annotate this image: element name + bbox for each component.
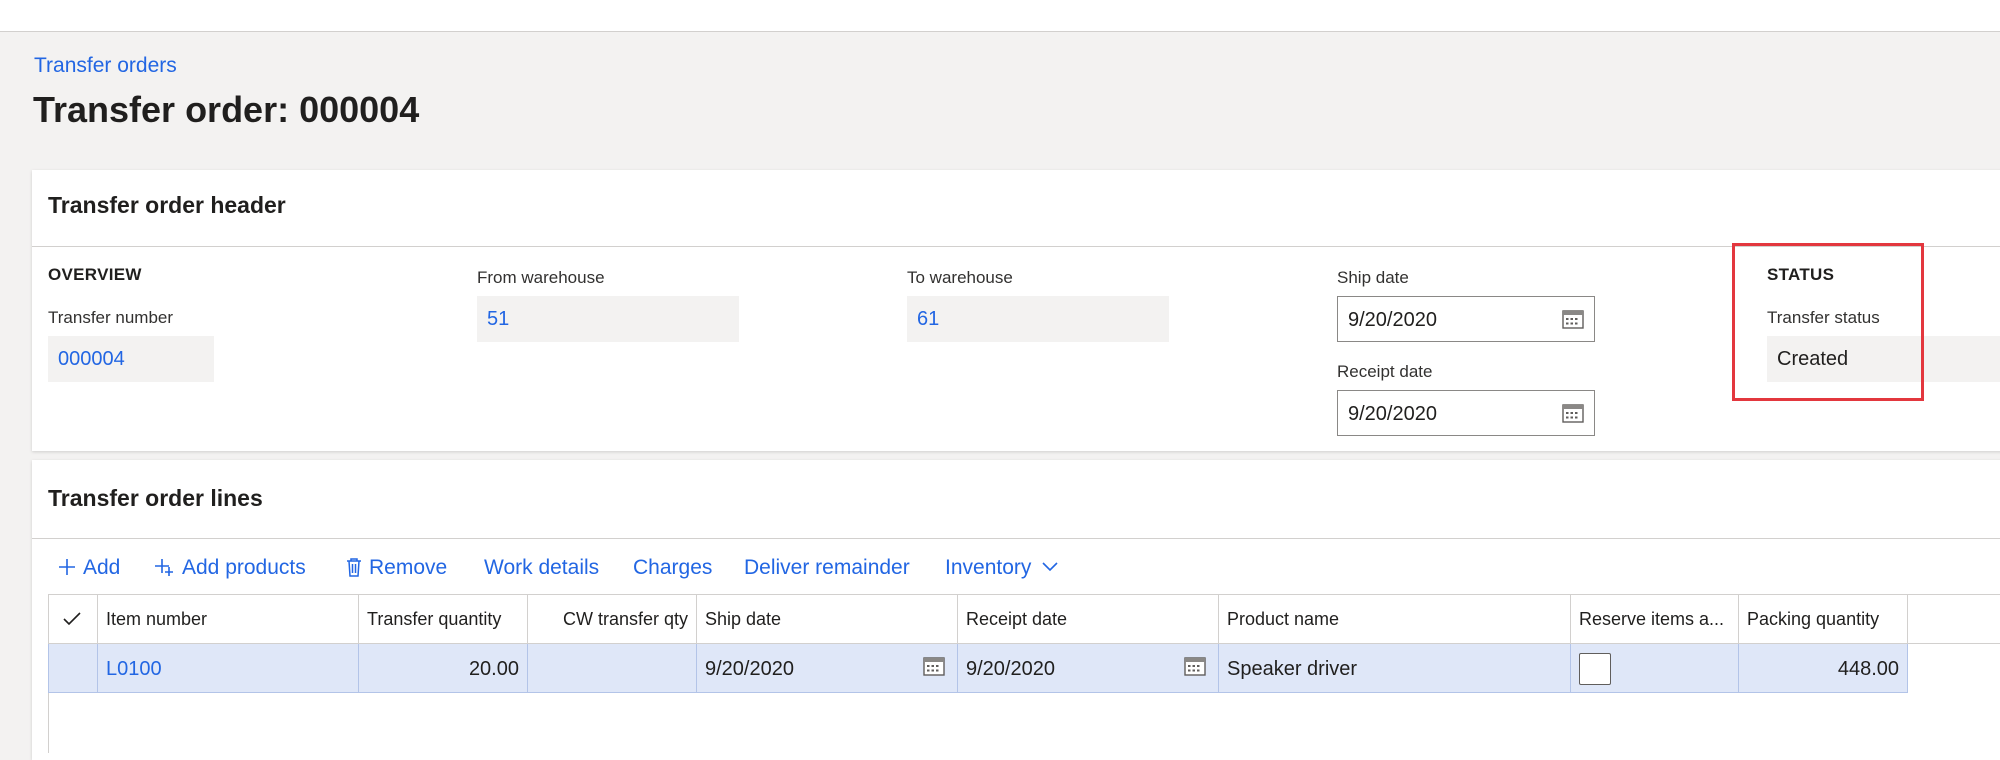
receipt-date-cell-value: 9/20/2020 xyxy=(966,658,1055,680)
from-warehouse-label: From warehouse xyxy=(477,268,605,287)
row-select-cell[interactable] xyxy=(48,644,98,692)
add-icon xyxy=(59,559,75,575)
add-products-label: Add products xyxy=(182,556,306,579)
cw-transfer-qty-cell[interactable] xyxy=(528,644,697,692)
receipt-date-label: Receipt date xyxy=(1337,362,1433,381)
calendar-icon[interactable] xyxy=(1184,657,1206,676)
reserve-items-checkbox[interactable] xyxy=(1579,653,1611,685)
select-all-column[interactable] xyxy=(48,595,98,643)
transfer-number-field[interactable]: 000004 xyxy=(48,336,214,382)
add-label: Add xyxy=(83,556,121,579)
column-header-packing-quantity[interactable]: Packing quantity xyxy=(1739,595,1908,643)
inventory-label: Inventory xyxy=(945,556,1032,579)
calendar-icon[interactable] xyxy=(1562,404,1584,423)
packing-quantity-cell[interactable]: 448.00 xyxy=(1739,644,1908,692)
column-header-product-name[interactable]: Product name xyxy=(1219,595,1571,643)
add-products-button[interactable]: Add products xyxy=(154,556,306,580)
deliver-remainder-button[interactable]: Deliver remainder xyxy=(744,556,910,580)
page-title: Transfer order: 000004 xyxy=(33,89,420,130)
product-name-cell[interactable]: Speaker driver xyxy=(1219,644,1571,692)
inventory-menu-button[interactable]: Inventory xyxy=(945,556,1065,580)
remove-icon xyxy=(347,558,361,577)
checkmark-icon xyxy=(63,612,81,626)
breadcrumb[interactable]: Transfer orders xyxy=(34,54,177,78)
receipt-date-input[interactable]: 9/20/2020 xyxy=(1337,390,1595,436)
top-bar xyxy=(0,0,2000,32)
column-header-cw-transfer-qty[interactable]: CW transfer qty xyxy=(528,595,697,643)
transfer-quantity-cell[interactable]: 20.00 xyxy=(359,644,528,692)
add-products-icon xyxy=(155,559,173,576)
lines-divider xyxy=(32,538,2000,539)
transfer-order-header-card: Transfer order header OVERVIEW Transfer … xyxy=(32,170,2000,451)
column-header-item-number[interactable]: Item number xyxy=(98,595,359,643)
chevron-down-icon xyxy=(1042,562,1058,572)
charges-button[interactable]: Charges xyxy=(633,556,712,580)
reserve-items-cell[interactable] xyxy=(1571,644,1739,692)
remove-label: Remove xyxy=(369,556,448,579)
ship-date-input[interactable]: 9/20/2020 xyxy=(1337,296,1595,342)
lines-section-title[interactable]: Transfer order lines xyxy=(48,485,263,512)
to-warehouse-label: To warehouse xyxy=(907,268,1013,287)
add-button[interactable]: Add xyxy=(57,556,120,580)
header-divider xyxy=(32,246,2000,247)
ship-date-cell-value: 9/20/2020 xyxy=(705,658,794,680)
work-details-button[interactable]: Work details xyxy=(484,556,599,580)
column-header-ship-date[interactable]: Ship date xyxy=(697,595,958,643)
calendar-icon[interactable] xyxy=(1562,310,1584,329)
from-warehouse-field[interactable]: 51 xyxy=(477,296,739,342)
receipt-date-value: 9/20/2020 xyxy=(1348,403,1437,425)
column-header-receipt-date[interactable]: Receipt date xyxy=(958,595,1219,643)
header-section-title[interactable]: Transfer order header xyxy=(48,192,286,219)
status-highlight-box xyxy=(1732,243,1924,401)
receipt-date-cell[interactable]: 9/20/2020 xyxy=(958,644,1219,692)
column-header-transfer-quantity[interactable]: Transfer quantity xyxy=(359,595,528,643)
lines-grid-header: Item number Transfer quantity CW transfe… xyxy=(48,594,2000,644)
calendar-icon[interactable] xyxy=(923,657,945,676)
ship-date-cell[interactable]: 9/20/2020 xyxy=(697,644,958,692)
to-warehouse-field[interactable]: 61 xyxy=(907,296,1169,342)
item-number-cell[interactable]: L0100 xyxy=(98,644,359,692)
ship-date-label: Ship date xyxy=(1337,268,1409,287)
overview-group-title: OVERVIEW xyxy=(48,265,142,284)
remove-button[interactable]: Remove xyxy=(345,556,447,580)
transfer-number-label: Transfer number xyxy=(48,308,174,327)
column-header-reserve-items[interactable]: Reserve items a... xyxy=(1571,595,1739,643)
grid-empty-area xyxy=(48,693,2000,753)
table-row[interactable]: L0100 20.00 9/20/2020 9/20/2020 Speaker … xyxy=(48,644,1908,693)
ship-date-value: 9/20/2020 xyxy=(1348,309,1437,331)
